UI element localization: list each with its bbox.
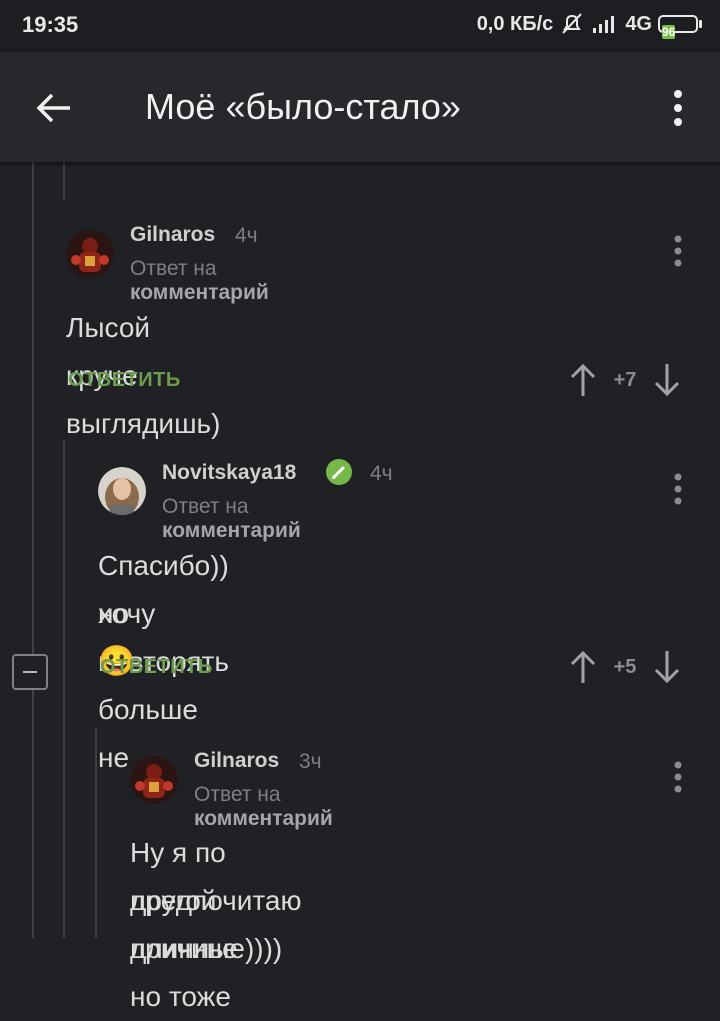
thread-line (63, 440, 65, 938)
reply-target-link[interactable]: комментарий (130, 281, 269, 304)
upvote-arrow-icon[interactable] (566, 649, 600, 685)
network-type: 4G (625, 12, 652, 35)
downvote-arrow-icon[interactable] (650, 362, 684, 398)
reply-to-label: Ответ на комментарий (194, 783, 333, 831)
comment-time: 4ч (235, 224, 258, 247)
rating-value: +7 (613, 368, 637, 391)
thread-line (63, 162, 65, 200)
reply-prefix: Ответ на (162, 495, 249, 518)
net-speed: 0,0 КБ/с (476, 12, 554, 35)
comment-text-end: хочу (98, 598, 156, 629)
collapse-thread-button[interactable] (12, 654, 48, 690)
rating-value: +5 (613, 655, 637, 678)
comment-menu-icon[interactable] (670, 472, 686, 506)
comment-time: 4ч (370, 462, 393, 485)
comment-time: 3ч (299, 750, 322, 773)
back-arrow-icon[interactable] (34, 88, 74, 128)
page-title: Моё «было-стало» (145, 86, 461, 127)
upvote-arrow-icon[interactable] (566, 362, 600, 398)
comment-menu-icon[interactable] (670, 234, 686, 268)
reply-to-label: Ответ на комментарий (162, 495, 301, 543)
avatar[interactable] (98, 467, 146, 515)
reply-prefix: Ответ на (194, 783, 281, 806)
vote-controls: +5 (566, 649, 684, 685)
username[interactable]: Gilnaros (130, 223, 215, 247)
downvote-arrow-icon[interactable] (650, 649, 684, 685)
battery-level: 96 (662, 25, 676, 39)
reply-to-label: Ответ на комментарий (130, 257, 269, 305)
status-time: 19:35 (22, 12, 79, 37)
comment-text-line2: предпочитаю длинные)))) (130, 885, 302, 964)
reply-button[interactable]: ОТВЕТИТЬ (100, 656, 213, 679)
reply-target-link[interactable]: комментарий (162, 519, 301, 542)
status-bar: 19:35 0,0 КБ/с 4G 96 (0, 0, 720, 52)
thread-line (95, 728, 97, 938)
mute-icon (562, 13, 583, 34)
reply-prefix: Ответ на (130, 257, 217, 280)
battery-icon: 96 (658, 15, 702, 39)
more-options-icon[interactable] (666, 88, 690, 128)
username[interactable]: Novitskaya18 (162, 461, 296, 485)
thread-line (32, 162, 34, 654)
username[interactable]: Gilnaros (194, 749, 279, 773)
pencil-icon (326, 459, 352, 485)
comment-menu-icon[interactable] (670, 760, 686, 794)
signal-icon (593, 16, 615, 33)
avatar[interactable] (66, 230, 114, 278)
avatar[interactable] (130, 756, 178, 804)
vote-controls: +7 (566, 362, 684, 398)
thread-line (32, 690, 34, 938)
reply-target-link[interactable]: комментарий (194, 807, 333, 830)
reply-button[interactable]: ОТВЕТИТЬ (68, 369, 181, 392)
app-bar: Моё «было-стало» (0, 52, 720, 162)
status-indicators: 0,0 КБ/с 4G 96 (476, 12, 702, 39)
